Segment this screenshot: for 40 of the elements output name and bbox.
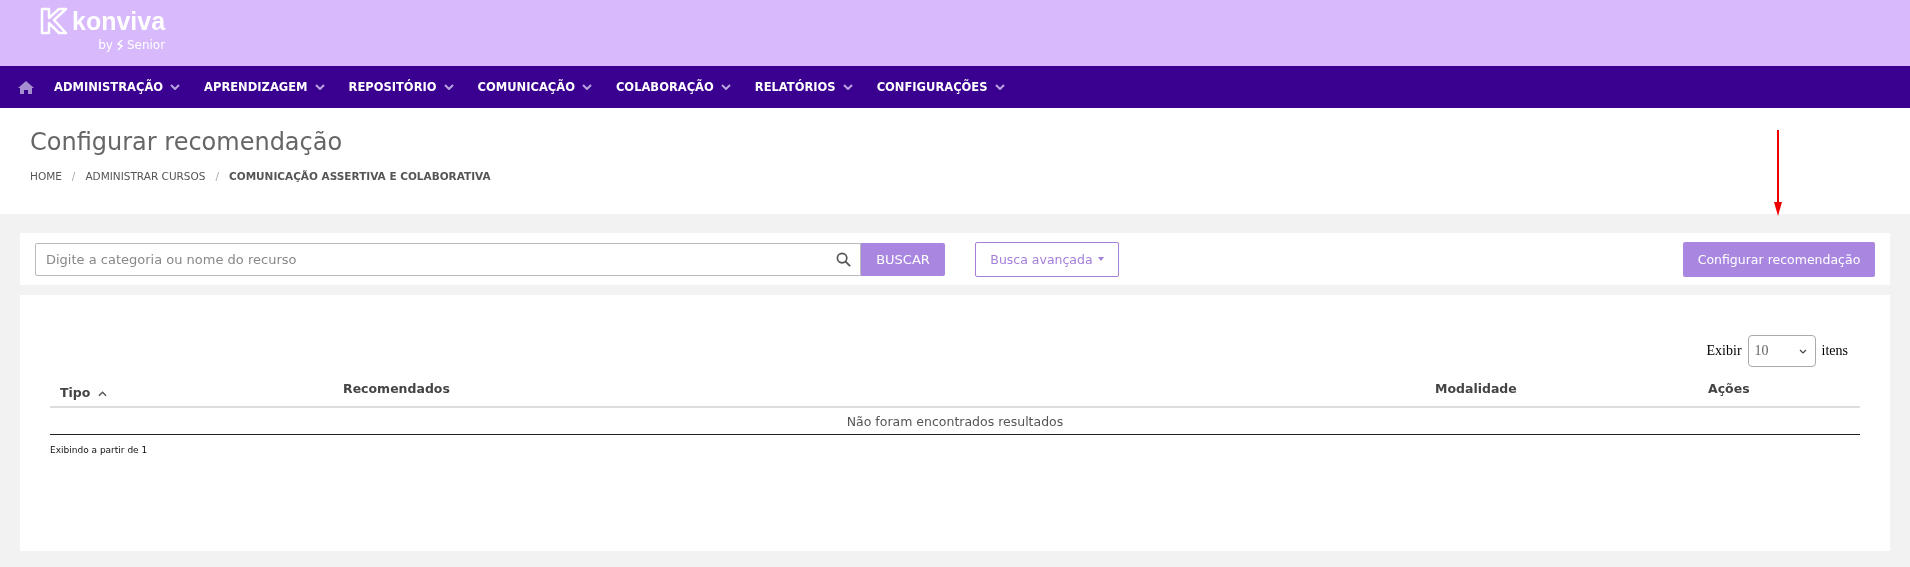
brand-name: konviva bbox=[72, 6, 166, 36]
chevron-down-icon bbox=[314, 84, 325, 90]
chevron-down-icon bbox=[842, 84, 853, 90]
column-header[interactable]: Tipo bbox=[50, 377, 333, 407]
nav-menu-item[interactable]: COMUNICAÇÃO bbox=[477, 80, 592, 94]
chevron-down-icon bbox=[994, 84, 1005, 90]
breadcrumb-item[interactable]: HOME bbox=[30, 170, 62, 182]
page-size-select[interactable]: 10 bbox=[1747, 335, 1816, 367]
caret-icon bbox=[1097, 257, 1104, 261]
breadcrumb-item: COMUNICAÇÃO ASSERTIVA E COLABORATIVA bbox=[229, 170, 491, 182]
search-icon[interactable] bbox=[836, 251, 851, 267]
empty-message: Não foram encontrados resultados bbox=[846, 414, 1064, 429]
page-size-suffix: itens bbox=[1821, 343, 1848, 359]
nav-menu-item[interactable]: ADMINISTRAÇÃO bbox=[54, 80, 181, 94]
chevron-down-icon bbox=[443, 84, 454, 90]
nav-menu-item[interactable]: REPOSITÓRIO bbox=[348, 80, 454, 94]
sort-ascending-icon bbox=[98, 391, 108, 397]
chevron-down-icon bbox=[720, 84, 731, 90]
nav-menu-item[interactable]: CONFIGURAÇÕES bbox=[876, 80, 1005, 94]
nav-menu-item[interactable]: RELATÓRIOS bbox=[754, 80, 853, 94]
nav-menu-item[interactable]: APRENDIZAGEM bbox=[204, 80, 325, 94]
page-size-label: Exibir bbox=[1706, 343, 1742, 359]
breadcrumb-separator: / bbox=[215, 170, 219, 182]
s-logo-icon bbox=[115, 39, 124, 51]
chevron-down-icon bbox=[1798, 348, 1807, 354]
home-icon[interactable] bbox=[18, 80, 34, 94]
search-field[interactable]: Digite a categoria ou nome do recurso bbox=[35, 242, 861, 276]
chevron-down-icon bbox=[581, 84, 592, 90]
column-header[interactable]: Modalidade bbox=[1425, 377, 1698, 407]
results-info: Exibindo a partir de 1 bbox=[50, 445, 149, 455]
breadcrumb-item[interactable]: ADMINISTRAR CURSOS bbox=[85, 170, 206, 182]
logo-icon bbox=[38, 6, 68, 36]
chevron-down-icon bbox=[170, 84, 181, 90]
column-header[interactable]: Ações bbox=[1698, 377, 1860, 407]
brand-tagline: by bbox=[98, 38, 113, 52]
breadcrumb-separator: / bbox=[71, 170, 76, 182]
page-title: Configurar recomendação bbox=[30, 128, 344, 156]
column-header[interactable]: Recomendados bbox=[333, 377, 1425, 407]
partner-name: Senior bbox=[126, 38, 166, 52]
nav-menu-item[interactable]: COLABORAÇÃO bbox=[615, 80, 731, 94]
